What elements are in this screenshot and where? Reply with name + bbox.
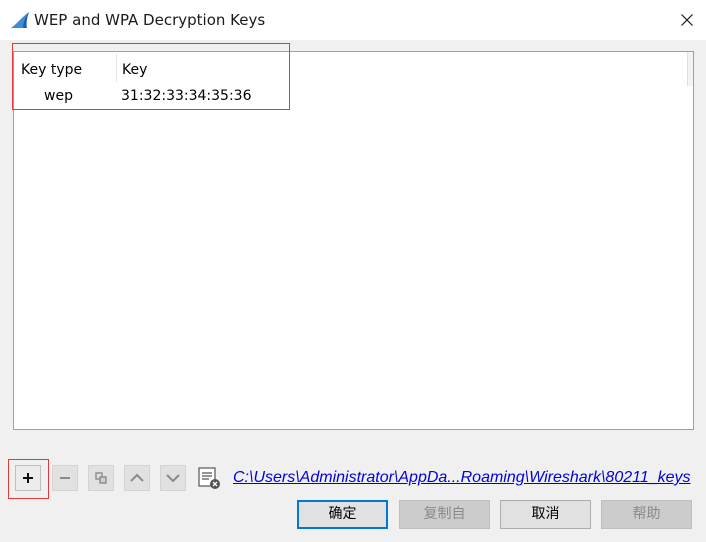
cell-key[interactable]: 31:32:33:34:35:36 [121, 87, 251, 105]
move-up-button[interactable] [124, 465, 150, 491]
window-title: WEP and WPA Decryption Keys [34, 11, 266, 29]
title-bar: WEP and WPA Decryption Keys [0, 0, 706, 40]
close-icon [681, 14, 693, 26]
add-key-button[interactable] [15, 465, 41, 491]
close-button[interactable] [672, 6, 702, 34]
keys-table[interactable]: Key type Key wep 31:32:33:34:35:36 [13, 51, 694, 430]
ok-button[interactable]: 确定 [297, 500, 388, 529]
wireshark-fin-icon [11, 12, 29, 28]
remove-key-button[interactable] [52, 465, 78, 491]
plus-icon [23, 473, 33, 483]
move-down-button[interactable] [160, 465, 186, 491]
clear-list-icon [198, 467, 220, 489]
keys-file-path-link[interactable]: C:\Users\Administrator\AppDa...Roaming\W… [233, 468, 695, 487]
clear-list-button[interactable] [196, 465, 222, 491]
cell-key-type[interactable]: wep [44, 87, 73, 105]
copy-key-button[interactable] [88, 465, 114, 491]
column-divider[interactable] [116, 54, 117, 82]
minus-icon [60, 477, 70, 479]
copy-icon [95, 472, 107, 484]
chevron-down-icon [166, 474, 180, 483]
help-button[interactable]: 帮助 [601, 500, 692, 529]
copy-from-button[interactable]: 复制自 [399, 500, 490, 529]
cancel-button[interactable]: 取消 [500, 500, 591, 529]
column-header-key-type[interactable]: Key type [21, 61, 82, 79]
chevron-up-icon [130, 473, 144, 482]
vertical-scrollbar[interactable] [687, 52, 693, 86]
column-header-key[interactable]: Key [122, 61, 147, 79]
